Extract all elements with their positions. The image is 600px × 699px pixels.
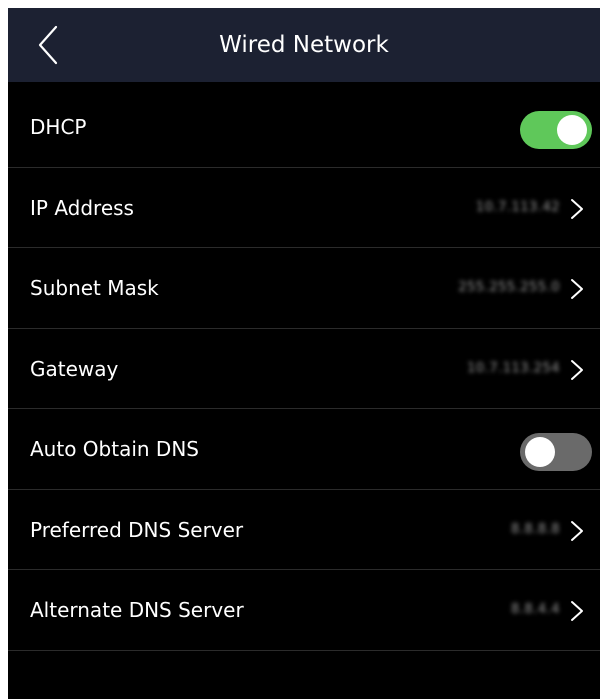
chevron-right-icon	[571, 279, 583, 299]
dhcp-row: DHCP	[8, 87, 600, 168]
back-button[interactable]	[28, 22, 68, 68]
auto-dns-label: Auto Obtain DNS	[30, 437, 199, 461]
chevron-right-icon	[571, 198, 583, 219]
alternate-dns-label: Alternate DNS Server	[30, 598, 244, 622]
alternate-dns-row[interactable]: Alternate DNS Server 8.8.4.4	[8, 570, 600, 651]
chevron-left-icon	[38, 25, 58, 65]
dhcp-label: DHCP	[30, 115, 87, 139]
auto-dns-row: Auto Obtain DNS	[8, 409, 600, 490]
wired-network-screen: Wired Network DHCP IP Address 10.7.113.4…	[8, 8, 600, 699]
subnet-mask-row[interactable]: Subnet Mask 255.255.255.0	[8, 248, 600, 329]
settings-list: DHCP IP Address 10.7.113.42 Subnet Mask …	[8, 87, 600, 651]
subnet-mask-value: 255.255.255.0	[458, 280, 560, 295]
chevron-right-icon	[571, 520, 583, 541]
auto-dns-toggle[interactable]	[520, 433, 592, 471]
ip-address-row[interactable]: IP Address 10.7.113.42	[8, 168, 600, 248]
header-bar: Wired Network	[8, 8, 600, 82]
gateway-value: 10.7.113.254	[467, 360, 560, 376]
preferred-dns-label: Preferred DNS Server	[30, 517, 244, 542]
chevron-right-icon	[571, 601, 583, 621]
device-frame: Wired Network DHCP IP Address 10.7.113.4…	[0, 0, 600, 699]
ip-address-label: IP Address	[30, 195, 134, 220]
subnet-mask-label: Subnet Mask	[30, 276, 159, 300]
ip-address-value: 10.7.113.42	[475, 199, 560, 215]
gateway-row[interactable]: Gateway 10.7.113.254	[8, 329, 600, 409]
toggle-knob	[557, 115, 587, 145]
page-title: Wired Network	[219, 32, 389, 58]
preferred-dns-row[interactable]: Preferred DNS Server 8.8.8.8	[8, 490, 600, 570]
dhcp-toggle[interactable]	[520, 111, 592, 149]
preferred-dns-value: 8.8.8.8	[511, 521, 560, 537]
toggle-knob	[525, 437, 555, 467]
alternate-dns-value: 8.8.4.4	[511, 602, 560, 617]
chevron-right-icon	[571, 359, 583, 380]
gateway-label: Gateway	[30, 356, 119, 381]
